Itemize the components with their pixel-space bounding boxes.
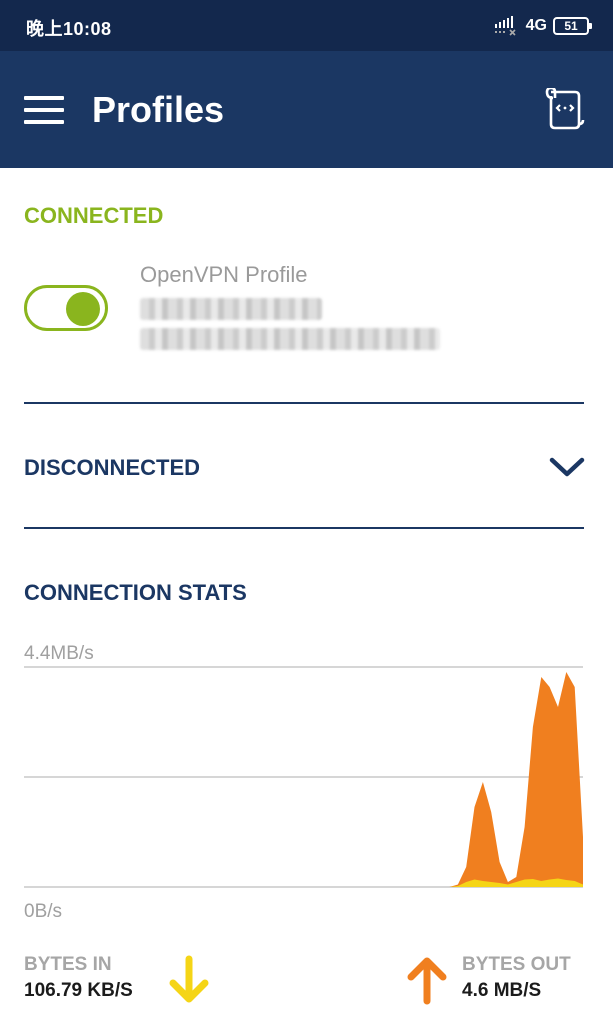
y-axis-min-label: 0B/s [24, 901, 62, 922]
series-area-bytes-out [24, 672, 583, 887]
arrow-down-icon [169, 955, 209, 1003]
toggle-knob [66, 292, 100, 326]
status-indicators: 4G 51 [494, 13, 592, 39]
section-divider [24, 527, 584, 529]
bytes-out-value: 4.6 MB/S [462, 980, 542, 1001]
battery-level: 51 [564, 19, 578, 33]
hamburger-menu-icon[interactable] [24, 96, 64, 124]
status-time: 晚上10:08 [26, 19, 112, 39]
arrow-up-icon [407, 957, 447, 1005]
bytes-in-label: BYTES IN [24, 954, 112, 975]
bytes-out-label: BYTES OUT [462, 954, 571, 975]
page-title: Profiles [92, 89, 225, 130]
chart-series-layer [24, 672, 583, 887]
signal-strength-icon [494, 16, 516, 36]
connection-stats-chart: 4.4MB/s 0B/s [24, 643, 583, 922]
profile-connection-toggle[interactable] [24, 285, 108, 331]
network-type: 4G [525, 17, 547, 34]
status-bar: 晚上10:08 4G 51 [0, 0, 613, 51]
profile-details-redacted [140, 298, 440, 358]
connection-stats-heading: CONNECTION STATS [24, 580, 247, 605]
app-bar: Profiles [0, 51, 613, 168]
section-divider [24, 402, 584, 404]
battery-icon: 51 [553, 17, 592, 35]
redacted-line [140, 328, 440, 350]
disconnected-heading[interactable]: DISCONNECTED [24, 455, 200, 481]
y-axis-max-label: 4.4MB/s [24, 643, 94, 664]
chevron-down-icon[interactable] [548, 454, 586, 480]
bytes-in-value: 106.79 KB/S [24, 980, 133, 1001]
profile-name[interactable]: OpenVPN Profile [140, 262, 308, 288]
log-file-icon[interactable] [545, 88, 585, 130]
redacted-line [140, 298, 322, 320]
connected-heading: CONNECTED [24, 203, 164, 228]
